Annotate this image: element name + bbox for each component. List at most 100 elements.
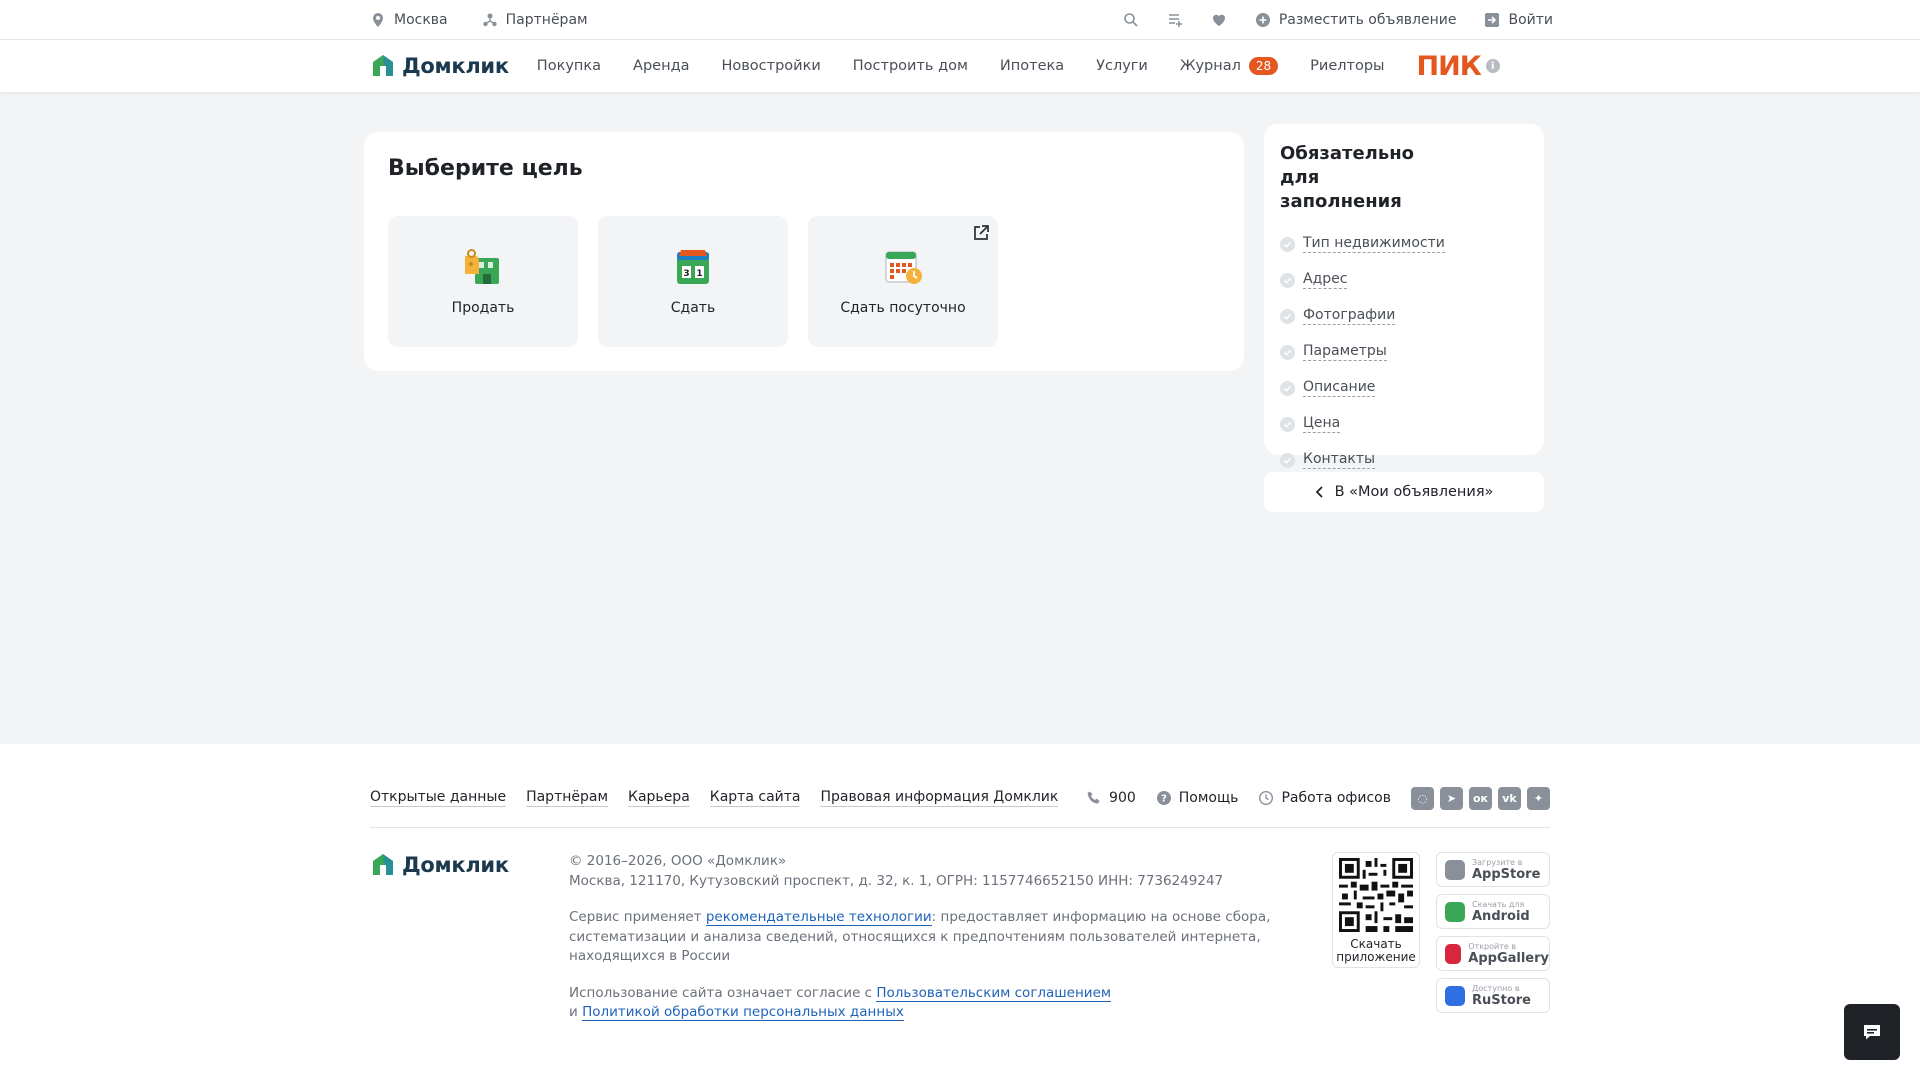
nav-item-realtors[interactable]: Риелторы xyxy=(1310,58,1384,74)
phone-link[interactable]: 900 xyxy=(1086,790,1136,806)
vk-icon[interactable]: vk xyxy=(1498,786,1521,810)
logo-text: Домклик xyxy=(402,54,509,78)
nav-item-services[interactable]: Услуги xyxy=(1096,58,1148,74)
login-button[interactable]: Войти xyxy=(1484,12,1553,28)
company-info: © 2016–2026, ООО «Домклик» Москва, 12117… xyxy=(569,852,1289,891)
check-icon xyxy=(1280,236,1295,252)
rustore-icon xyxy=(1445,985,1465,1006)
partners-link[interactable]: Партнёрам xyxy=(482,12,588,28)
domclick-logo[interactable]: Домклик xyxy=(370,53,509,79)
svg-text:?: ? xyxy=(1161,794,1167,805)
city-label: Москва xyxy=(394,12,448,28)
terms-notice: Использование сайта означает согласие с … xyxy=(569,984,1289,1023)
check-icon xyxy=(1280,452,1295,468)
footer-link-career[interactable]: Карьера xyxy=(628,789,690,807)
nav-label: Новостройки xyxy=(721,58,821,74)
svg-text:1: 1 xyxy=(696,269,702,279)
qr-label: Скачать приложение xyxy=(1336,937,1416,964)
back-to-my-ads-button[interactable]: В «Мои объявления» xyxy=(1264,472,1544,512)
list-item[interactable]: Фотографии xyxy=(1280,298,1528,334)
store-caption: Скачать для xyxy=(1472,899,1525,909)
search-icon[interactable] xyxy=(1123,12,1139,28)
goal-options: Продать 3 1 Сдать Сдать посуточно xyxy=(388,216,998,347)
nav-label: Услуги xyxy=(1096,58,1148,74)
plus-circle-icon xyxy=(1255,12,1271,28)
nav-item-journal[interactable]: Журнал 28 xyxy=(1180,57,1279,75)
footer-link-sitemap[interactable]: Карта сайта xyxy=(709,789,801,807)
city-selector[interactable]: Москва xyxy=(370,12,448,28)
footer-link-legal[interactable]: Правовая информация Домклик xyxy=(820,789,1059,807)
appstore-button[interactable]: Загрузите в AppStore xyxy=(1436,852,1550,887)
location-pin-icon xyxy=(370,12,386,28)
svg-text:3: 3 xyxy=(683,269,689,279)
journal-count-badge: 28 xyxy=(1248,57,1279,75)
support-chat-button[interactable] xyxy=(1844,1004,1900,1060)
partner-promo: ПИК i xyxy=(1417,51,1500,82)
chat-social-icon[interactable]: ◌ xyxy=(1411,786,1434,810)
pik-logo[interactable]: ПИК xyxy=(1417,51,1482,82)
company-address: Москва, 121170, Кутузовский проспект, д.… xyxy=(569,872,1224,889)
office-hours-link[interactable]: Работа офисов xyxy=(1258,790,1391,806)
check-icon xyxy=(1280,272,1295,288)
rent-icon: 3 1 xyxy=(677,249,709,284)
footer-links-row: Открытые данные Партнёрам Карьера Карта … xyxy=(370,786,1550,810)
compare-list-icon[interactable] xyxy=(1167,12,1183,28)
chevron-left-icon xyxy=(1315,486,1323,498)
domclick-logo-icon xyxy=(373,55,393,76)
check-icon xyxy=(1280,344,1295,360)
footer: Открытые данные Партнёрам Карьера Карта … xyxy=(0,744,1920,1080)
list-item[interactable]: Адрес xyxy=(1280,262,1528,298)
list-item[interactable]: Тип недвижимости xyxy=(1280,226,1528,262)
nav-label: Риелторы xyxy=(1310,58,1385,74)
logo-text: Домклик xyxy=(402,853,509,877)
store-caption: Откройте в xyxy=(1468,941,1517,951)
nav-item-mortgage[interactable]: Ипотека xyxy=(1000,58,1064,74)
back-button-label: В «Мои объявления» xyxy=(1334,484,1494,500)
rustore-button[interactable]: Доступно в RuStore xyxy=(1436,978,1550,1013)
goal-option-sell[interactable]: Продать xyxy=(388,216,578,347)
required-field-label: Контакты xyxy=(1303,451,1376,469)
nav-item-build-house[interactable]: Построить дом xyxy=(853,58,968,74)
recommendation-notice: Сервис применяет рекомендательные технол… xyxy=(569,908,1289,967)
odnoklassniki-icon[interactable]: ок xyxy=(1469,786,1492,810)
footer-link-partners[interactable]: Партнёрам xyxy=(526,789,609,807)
goal-option-rent[interactable]: 3 1 Сдать xyxy=(598,216,788,347)
android-button[interactable]: Скачать для Android xyxy=(1436,894,1550,929)
footer-logo[interactable]: Домклик xyxy=(370,852,509,878)
recommendation-tech-link[interactable]: рекомендательные технологии xyxy=(705,909,932,926)
list-item[interactable]: Описание xyxy=(1280,370,1528,406)
favorites-heart-icon[interactable] xyxy=(1211,12,1227,28)
footer-link-open-data[interactable]: Открытые данные xyxy=(370,789,507,807)
app-qr-code[interactable]: Скачать приложение xyxy=(1332,852,1420,968)
nav-item-rent[interactable]: Аренда xyxy=(633,58,689,74)
post-ad-button[interactable]: Разместить объявление xyxy=(1255,12,1456,28)
telegram-icon[interactable]: ➤ xyxy=(1440,786,1463,810)
app-store-links: Загрузите в AppStore Скачать для Android О… xyxy=(1436,852,1550,1013)
goal-selection-card: Выберите цель Продать 3 1 Сдать Сдать по… xyxy=(364,132,1244,371)
store-name: RuStore xyxy=(1472,992,1532,1008)
goal-option-label: Сдать посуточно xyxy=(840,299,966,316)
nav-item-new-buildings[interactable]: Новостройки xyxy=(721,58,820,74)
rec-prefix: Сервис применяет xyxy=(569,909,706,925)
copyright-text: © 2016–2026, ООО «Домклик» xyxy=(569,853,787,869)
store-name: AppStore xyxy=(1472,866,1541,882)
sparkle-social-icon[interactable]: ✦ xyxy=(1527,786,1550,810)
goal-option-daily-rent[interactable]: Сдать посуточно xyxy=(808,216,998,347)
login-icon xyxy=(1484,12,1500,28)
list-item[interactable]: Цена xyxy=(1280,406,1528,442)
help-label: Помощь xyxy=(1178,790,1239,806)
info-icon[interactable]: i xyxy=(1485,59,1500,73)
goal-option-label: Продать xyxy=(451,299,515,316)
appgallery-button[interactable]: Откройте в AppGallery xyxy=(1436,936,1550,971)
external-link-icon xyxy=(974,225,989,240)
privacy-policy-link[interactable]: Политикой обработки персональных данных xyxy=(582,1004,904,1021)
nav-item-buy[interactable]: Покупка xyxy=(537,58,601,74)
nav-label: Аренда xyxy=(633,58,690,74)
apple-icon xyxy=(1445,859,1465,880)
footer-divider xyxy=(370,827,1550,828)
user-agreement-link[interactable]: Пользовательским соглашением xyxy=(876,984,1112,1002)
footer-legal-text: © 2016–2026, ООО «Домклик» Москва, 12117… xyxy=(569,852,1289,1040)
list-item[interactable]: Параметры xyxy=(1280,334,1528,370)
required-field-label: Фотографии xyxy=(1303,307,1396,325)
help-link[interactable]: ? Помощь xyxy=(1156,790,1239,806)
